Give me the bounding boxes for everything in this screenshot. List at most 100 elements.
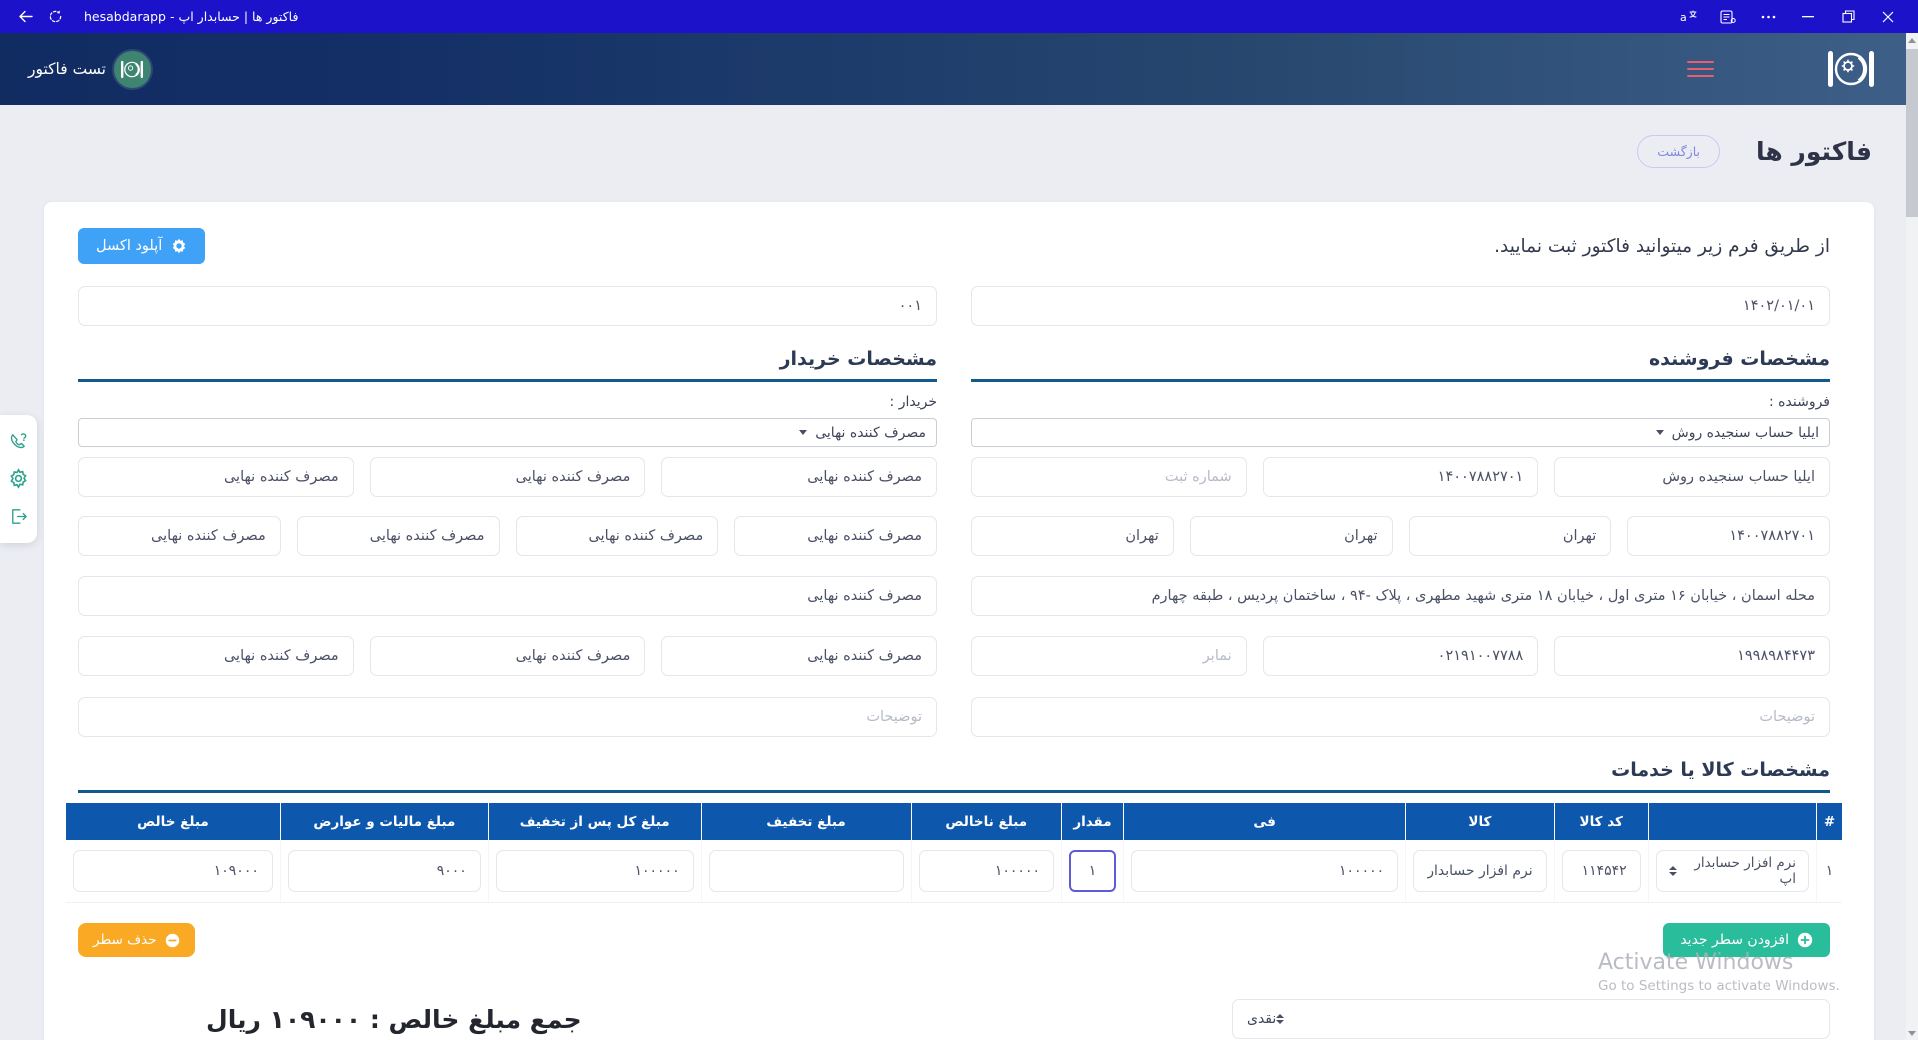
item-after-discount-input[interactable] bbox=[496, 850, 694, 892]
table-row: ۱ نرم افزار حسابدار اپ bbox=[66, 840, 1842, 903]
buyer-phone-input[interactable] bbox=[370, 636, 646, 676]
buyer-region-input[interactable] bbox=[78, 516, 281, 556]
item-fee-input[interactable] bbox=[1131, 850, 1398, 892]
upload-excel-button[interactable]: آپلود اکسل bbox=[78, 228, 205, 264]
col-product-select bbox=[1648, 803, 1816, 840]
seller-postal-code-input[interactable] bbox=[1554, 636, 1830, 676]
close-icon[interactable] bbox=[1868, 4, 1908, 30]
page-title: فاکتور ها bbox=[1756, 137, 1872, 166]
seller-fax-input[interactable] bbox=[971, 636, 1247, 676]
brand: تست فاکتور bbox=[28, 51, 151, 88]
col-gross: مبلغ ناخالص bbox=[911, 803, 1061, 840]
app-logo-icon bbox=[1826, 45, 1876, 93]
buyer-name-input[interactable] bbox=[661, 457, 937, 497]
brand-name: تست فاکتور bbox=[28, 60, 106, 78]
items-table-header: # کد کالا کالا فی مقدار مبلغ ناخالص مبلغ… bbox=[66, 803, 1842, 840]
buyer-fax-input[interactable] bbox=[78, 636, 354, 676]
col-discount: مبلغ تخفیف bbox=[701, 803, 911, 840]
floating-side-panel bbox=[0, 415, 37, 543]
scrollbar[interactable] bbox=[1906, 33, 1918, 1040]
updown-arrows-icon bbox=[1276, 1014, 1284, 1024]
row-index: ۱ bbox=[1816, 840, 1842, 902]
delete-row-button[interactable]: حذف سطر bbox=[78, 923, 195, 957]
items-table: # کد کالا کالا فی مقدار مبلغ ناخالص مبلغ… bbox=[66, 803, 1842, 903]
col-code: کد کالا bbox=[1554, 803, 1648, 840]
col-index: # bbox=[1816, 803, 1842, 840]
seller-section-title: مشخصات فروشنده bbox=[971, 348, 1830, 382]
buyer-province-input[interactable] bbox=[516, 516, 719, 556]
seller-select[interactable]: ایلیا حساب سنجیده روش bbox=[971, 418, 1830, 447]
reader-icon[interactable] bbox=[1708, 4, 1748, 30]
seller-label: فروشنده : bbox=[971, 394, 1830, 410]
seller-name-input[interactable] bbox=[1554, 457, 1830, 497]
more-menu-icon[interactable] bbox=[1748, 4, 1788, 30]
buyer-national-id-input[interactable] bbox=[734, 516, 937, 556]
seller-region-input[interactable] bbox=[971, 516, 1174, 556]
back-button[interactable]: بازگشت bbox=[1637, 135, 1720, 168]
col-net: مبلغ خالص bbox=[66, 803, 280, 840]
seller-registration-number-input[interactable] bbox=[971, 457, 1247, 497]
item-net-input[interactable] bbox=[73, 850, 273, 892]
browser-titlebar: فاکتور ها | حسابدار اپ - hesabdarapp a bbox=[0, 0, 1918, 33]
seller-address-input[interactable] bbox=[971, 576, 1830, 616]
items-section-title: مشخصات کالا یا خدمات bbox=[78, 759, 1830, 793]
item-code-input[interactable] bbox=[1562, 850, 1641, 892]
invoice-form-card: از طریق فرم زیر میتوانید فاکتور ثبت نمای… bbox=[44, 202, 1874, 1040]
scrollbar-thumb[interactable] bbox=[1906, 49, 1918, 217]
net-total-text: جمع مبلغ خالص : ۱۰۹۰۰۰ ریال bbox=[206, 1005, 582, 1034]
payment-method-select[interactable]: نقدی bbox=[1232, 999, 1830, 1039]
product-select[interactable]: نرم افزار حسابدار اپ bbox=[1656, 850, 1809, 892]
col-qty: مقدار bbox=[1061, 803, 1123, 840]
svg-text:a: a bbox=[1680, 11, 1687, 23]
scroll-up-icon[interactable] bbox=[1906, 33, 1918, 47]
plus-circle-icon bbox=[1797, 932, 1813, 948]
seller-city-input[interactable] bbox=[1190, 516, 1393, 556]
brand-logo-icon bbox=[114, 51, 151, 88]
form-heading: از طریق فرم زیر میتوانید فاکتور ثبت نمای… bbox=[1494, 236, 1830, 257]
col-tax: مبلغ مالیات و عوارض bbox=[280, 803, 488, 840]
chevron-down-icon bbox=[799, 430, 807, 435]
chevron-down-icon bbox=[1656, 430, 1664, 435]
buyer-address-input[interactable] bbox=[78, 576, 937, 616]
settings-gear-icon[interactable] bbox=[8, 468, 29, 489]
translate-icon[interactable]: a bbox=[1668, 4, 1708, 30]
item-tax-input[interactable] bbox=[288, 850, 481, 892]
updown-arrows-icon bbox=[1669, 866, 1677, 876]
buyer-section-title: مشخصات خریدار bbox=[78, 348, 937, 382]
col-after-discount: مبلغ کل پس از تخفیف bbox=[488, 803, 701, 840]
scroll-down-icon[interactable] bbox=[1906, 1026, 1918, 1040]
item-qty-input[interactable] bbox=[1069, 850, 1116, 892]
seller-economic-code-input[interactable] bbox=[1263, 457, 1539, 497]
invoices-page: فاکتور ها بازگشت از طریق فرم زیر میتوانی… bbox=[0, 105, 1918, 1040]
col-fee: فی bbox=[1123, 803, 1405, 840]
support-phone-icon[interactable] bbox=[8, 431, 29, 452]
seller-notes-input[interactable] bbox=[971, 697, 1830, 737]
buyer-economic-code-input[interactable] bbox=[370, 457, 646, 497]
seller-province-input[interactable] bbox=[1409, 516, 1612, 556]
logout-icon[interactable] bbox=[8, 506, 29, 527]
hamburger-menu-icon[interactable] bbox=[1687, 56, 1714, 82]
tab-title: فاکتور ها | حسابدار اپ - hesabdarapp bbox=[84, 9, 298, 24]
refresh-icon[interactable] bbox=[40, 4, 70, 30]
buyer-postal-code-input[interactable] bbox=[661, 636, 937, 676]
buyer-label: خریدار : bbox=[78, 394, 937, 410]
col-name: کالا bbox=[1405, 803, 1554, 840]
item-name-input[interactable] bbox=[1413, 850, 1547, 892]
item-gross-input[interactable] bbox=[919, 850, 1054, 892]
app-header: تست فاکتور bbox=[0, 33, 1918, 105]
buyer-select[interactable]: مصرف کننده نهایی bbox=[78, 418, 937, 447]
buyer-registration-number-input[interactable] bbox=[78, 457, 354, 497]
seller-national-id-input[interactable] bbox=[1627, 516, 1830, 556]
minimize-icon[interactable] bbox=[1788, 4, 1828, 30]
minus-circle-icon bbox=[165, 933, 180, 948]
gear-icon bbox=[171, 238, 187, 254]
restore-icon[interactable] bbox=[1828, 4, 1868, 30]
buyer-notes-input[interactable] bbox=[78, 697, 937, 737]
buyer-city-input[interactable] bbox=[297, 516, 500, 556]
invoice-number-input[interactable] bbox=[78, 286, 937, 326]
add-row-button[interactable]: افزودن سطر جدید bbox=[1663, 923, 1830, 957]
item-discount-input[interactable] bbox=[709, 850, 904, 892]
invoice-date-input[interactable] bbox=[971, 286, 1830, 326]
seller-phone-input[interactable] bbox=[1263, 636, 1539, 676]
back-icon[interactable] bbox=[10, 4, 40, 30]
